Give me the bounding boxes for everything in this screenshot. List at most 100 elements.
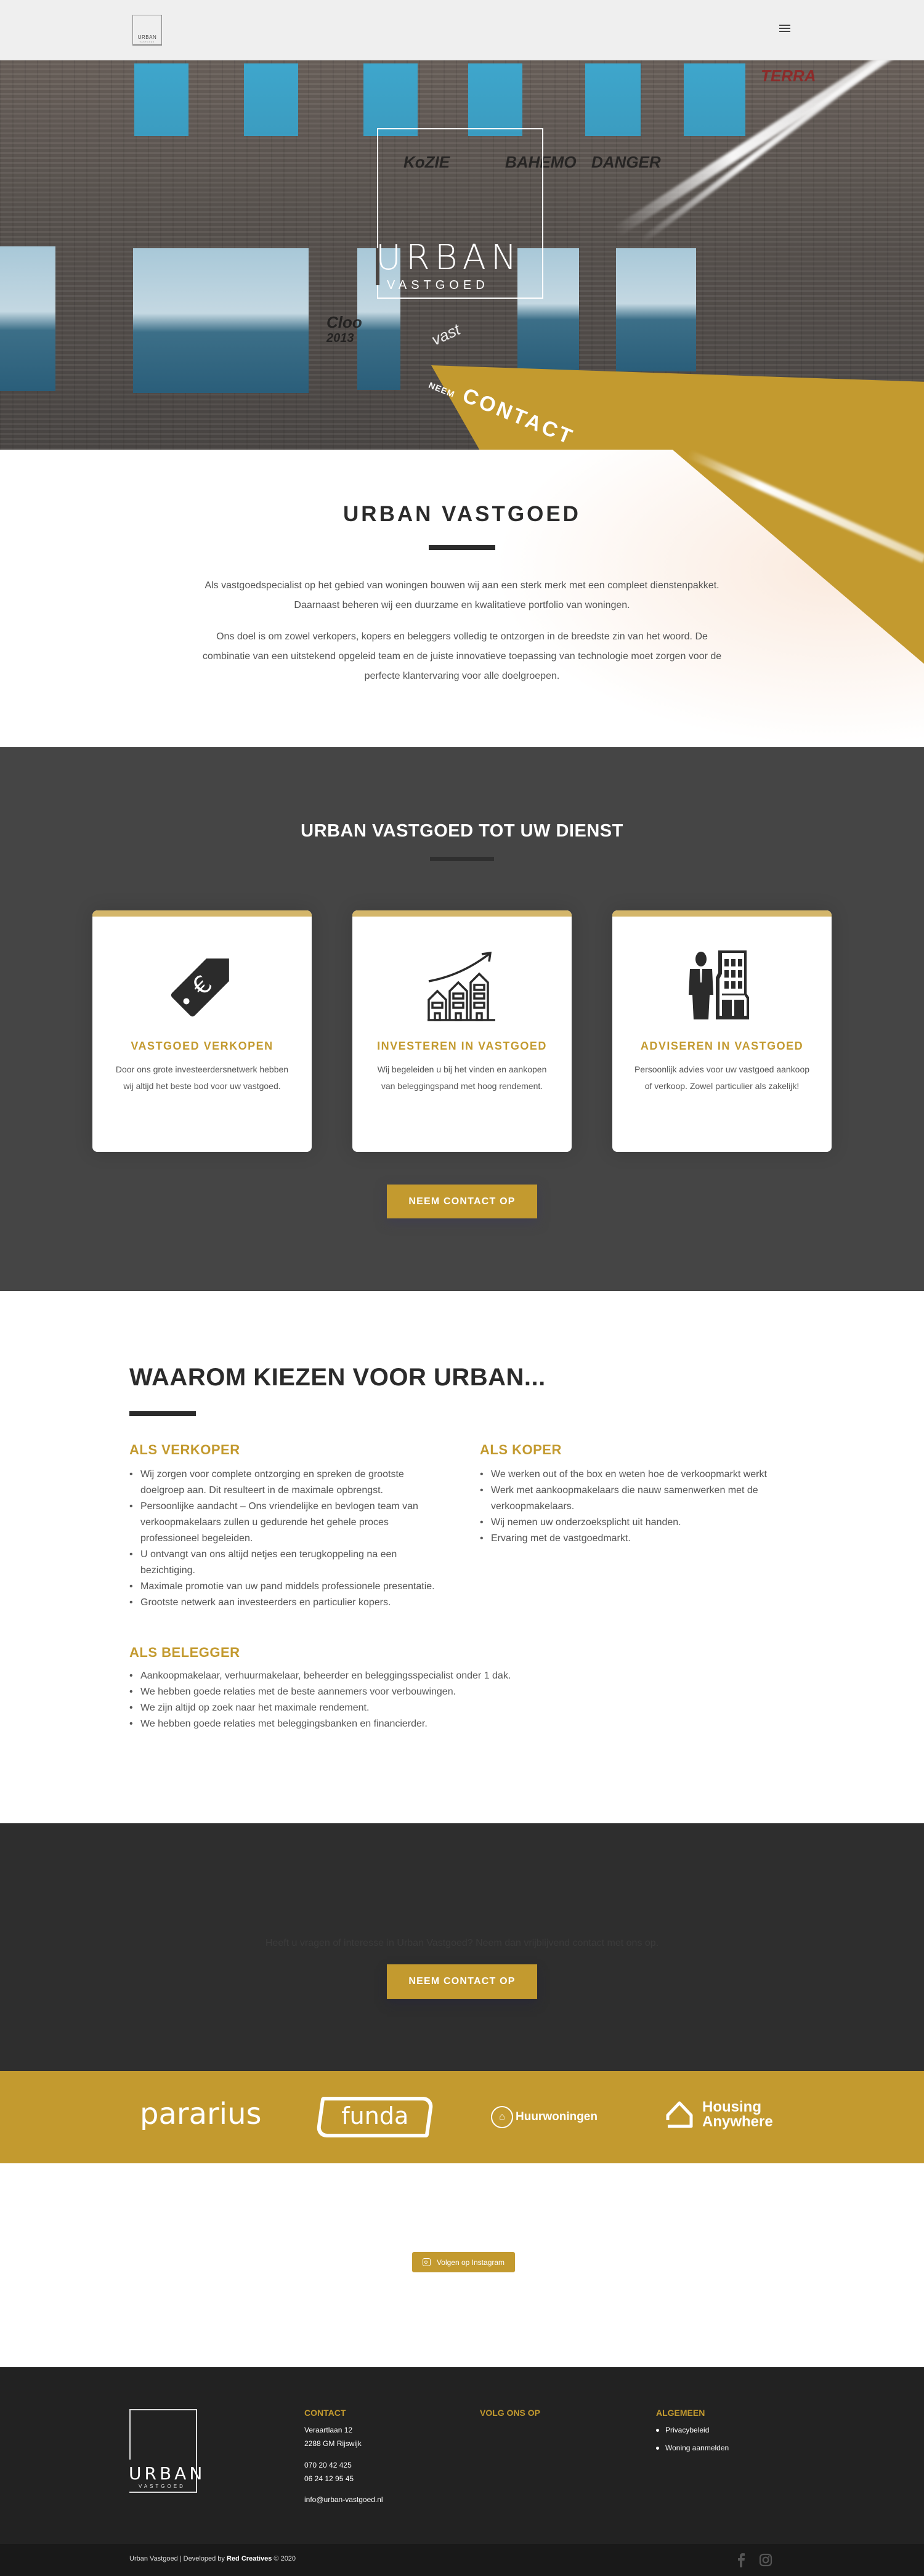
copyright-prefix: Urban Vastgoed | Developed by <box>129 2555 227 2562</box>
developer-link[interactable]: Red Creatives <box>227 2555 272 2562</box>
group-title-verkoper: ALS VERKOPER <box>129 1442 240 1457</box>
card-top-bar <box>92 910 312 917</box>
list-item: Wij zorgen voor complete ontzorging en s… <box>129 1467 450 1499</box>
housing-line1: Housing <box>702 2099 761 2115</box>
verkoper-list: Wij zorgen voor complete ontzorging en s… <box>129 1467 450 1611</box>
housing-anywhere-text: Housing Anywhere <box>702 2100 773 2129</box>
koper-list: We werken out of the box en weten hoe de… <box>480 1467 788 1547</box>
hero-window <box>468 63 522 136</box>
house-outline-icon <box>666 2101 693 2128</box>
why-title: WAAROM KIEZEN VOOR URBAN... <box>129 1364 546 1391</box>
euro-price-tag-icon: € <box>171 958 229 1017</box>
hero-window <box>134 63 188 136</box>
list-item: Persoonlijke aandacht – Ons vriendelijke… <box>129 1499 450 1547</box>
header-logo[interactable]: URBAN VASTGOED <box>132 15 162 46</box>
footer-logo-frame-bottom <box>129 2492 197 2493</box>
list-item: Grootste netwerk aan investeerders en pa… <box>129 1595 450 1611</box>
copyright-text: Urban Vastgoed | Developed by Red Creati… <box>129 2555 296 2562</box>
house-circle-icon: ⌂ <box>491 2106 513 2128</box>
footer-logo-subtext: VASTGOED <box>139 2484 185 2489</box>
services-section: URBAN VASTGOED TOT UW DIENST € VASTGOED … <box>0 747 924 1291</box>
hero-logo-text: URBAN <box>376 238 522 278</box>
hero-window <box>585 63 641 136</box>
contact-button[interactable]: NEEM CONTACT OP <box>387 1185 537 1218</box>
list-item: Werk met aankoopmakelaars die nauw samen… <box>480 1483 788 1515</box>
footer-address-line1: Veraartlaan 12 <box>304 2426 353 2434</box>
services-title: URBAN VASTGOED TOT UW DIENST <box>301 821 623 841</box>
intro-paragraph: Ons doel is om zowel verkopers, kopers e… <box>202 631 722 681</box>
graffiti: TERRA <box>761 67 816 85</box>
funda-logo-text: funda <box>341 2102 409 2129</box>
footer-contact-title: CONTACT <box>304 2408 346 2418</box>
pararius-logo[interactable]: pararius <box>140 2097 262 2131</box>
header-logo-subtext: VASTGOED <box>139 41 155 43</box>
housing-line2: Anywhere <box>702 2113 773 2130</box>
footer-phone-1[interactable]: 070 20 42 425 <box>304 2461 352 2469</box>
hero-window-sea <box>133 248 265 393</box>
graffiti: 2013 <box>326 331 354 345</box>
hero-logo-subtext: VASTGOED <box>387 278 489 292</box>
list-item: We zijn altijd op zoek naar het maximale… <box>129 1700 622 1716</box>
hero-window <box>244 63 298 136</box>
footer-logo-frame <box>129 2409 197 2460</box>
service-card: INVESTEREN IN VASTGOED Wij begeleiden u … <box>352 910 572 1152</box>
footer-link-register-home[interactable]: Woning aanmelden <box>656 2444 729 2452</box>
card-title: INVESTEREN IN VASTGOED <box>377 1040 547 1052</box>
hero-window <box>363 63 418 136</box>
intro-title: URBAN VASTGOED <box>343 502 581 526</box>
services-divider <box>430 857 494 861</box>
funda-logo[interactable]: funda <box>315 2097 434 2137</box>
list-item: We hebben goede relaties met beleggingsb… <box>129 1716 622 1732</box>
card-title: ADVISEREN IN VASTGOED <box>640 1040 804 1052</box>
intro-paragraph: Als vastgoedspecialist op het gebied van… <box>205 580 719 610</box>
huurwoningen-logo-text: Huurwoningen <box>516 2110 598 2123</box>
footer-phone-2[interactable]: 06 24 12 95 45 <box>304 2474 354 2483</box>
why-divider <box>129 1411 196 1416</box>
hero-window-sea <box>616 248 696 371</box>
menu-line <box>779 25 790 26</box>
hero-logo: URBAN VASTGOED <box>376 128 543 299</box>
card-text: Wij begeleiden u bij het vinden en aanko… <box>377 1064 547 1091</box>
footer-logo[interactable]: URBAN VASTGOED <box>129 2409 216 2493</box>
service-card: ADVISEREN IN VASTGOED Persoonlijk advies… <box>612 910 832 1152</box>
intro-section: URBAN VASTGOED Als vastgoedspecialist op… <box>0 450 924 747</box>
graffiti: Cloo <box>326 313 362 331</box>
graffiti: DANGER <box>591 153 661 171</box>
follow-instagram-button[interactable]: Volgen op Instagram <box>412 2252 515 2272</box>
intro-divider <box>429 545 495 550</box>
footer-email[interactable]: info@urban-vastgoed.nl <box>304 2495 383 2504</box>
cta-text: Heeft u vragen of interesse in Urban Vas… <box>265 1938 659 1948</box>
site-footer: URBAN VASTGOED CONTACT Veraartlaan 12 22… <box>0 2367 924 2544</box>
card-text: Persoonlijk advies voor uw vastgoed aank… <box>634 1064 810 1091</box>
list-item: We hebben goede relaties met de beste aa… <box>129 1684 622 1700</box>
footer-logo-text: URBAN <box>129 2463 206 2484</box>
group-title-belegger: ALS BELEGGER <box>129 1645 240 1660</box>
list-item: Aankoopmakelaar, verhuurmakelaar, beheer… <box>129 1668 622 1684</box>
instagram-icon[interactable] <box>759 2553 772 2567</box>
header-logo-text: URBAN <box>137 34 157 40</box>
instagram-section: Volgen op Instagram <box>0 2163 924 2367</box>
huurwoningen-logo[interactable]: ⌂ Huurwoningen <box>491 2106 598 2128</box>
footer-bottom-bar: Urban Vastgoed | Developed by Red Creati… <box>0 2544 924 2576</box>
contact-button[interactable]: NEEM CONTACT OP <box>387 1964 537 1999</box>
site-header: URBAN VASTGOED <box>0 0 924 60</box>
hero-window-sea <box>0 246 55 391</box>
menu-line <box>779 31 790 32</box>
card-top-bar <box>612 910 832 917</box>
footer-general-title: ALGEMEEN <box>656 2408 705 2418</box>
hamburger-menu-icon[interactable] <box>779 23 792 35</box>
housing-anywhere-logo[interactable]: Housing Anywhere <box>665 2100 773 2129</box>
card-top-bar <box>352 910 572 917</box>
belegger-list: Aankoopmakelaar, verhuurmakelaar, beheer… <box>129 1668 622 1732</box>
card-title: VASTGOED VERKOPEN <box>131 1040 274 1052</box>
facebook-icon[interactable] <box>734 2553 748 2567</box>
partner-logos-band: pararius funda ⌂ Huurwoningen Housing An… <box>0 2071 924 2163</box>
why-section: WAAROM KIEZEN VOOR URBAN... ALS VERKOPER… <box>0 1291 924 1823</box>
list-item: Ervaring met de vastgoedmarkt. <box>480 1531 788 1547</box>
list-item: Wij nemen uw onderzoeksplicht uit handen… <box>480 1515 788 1531</box>
footer-address-line2: 2288 GM Rijswijk <box>304 2439 362 2448</box>
menu-line <box>779 28 790 29</box>
footer-link-privacy[interactable]: Privacybeleid <box>656 2426 709 2434</box>
list-item: Maximale promotie van uw pand middels pr… <box>129 1579 450 1595</box>
card-text: Door ons grote investeerdersnetwerk hebb… <box>115 1064 289 1091</box>
